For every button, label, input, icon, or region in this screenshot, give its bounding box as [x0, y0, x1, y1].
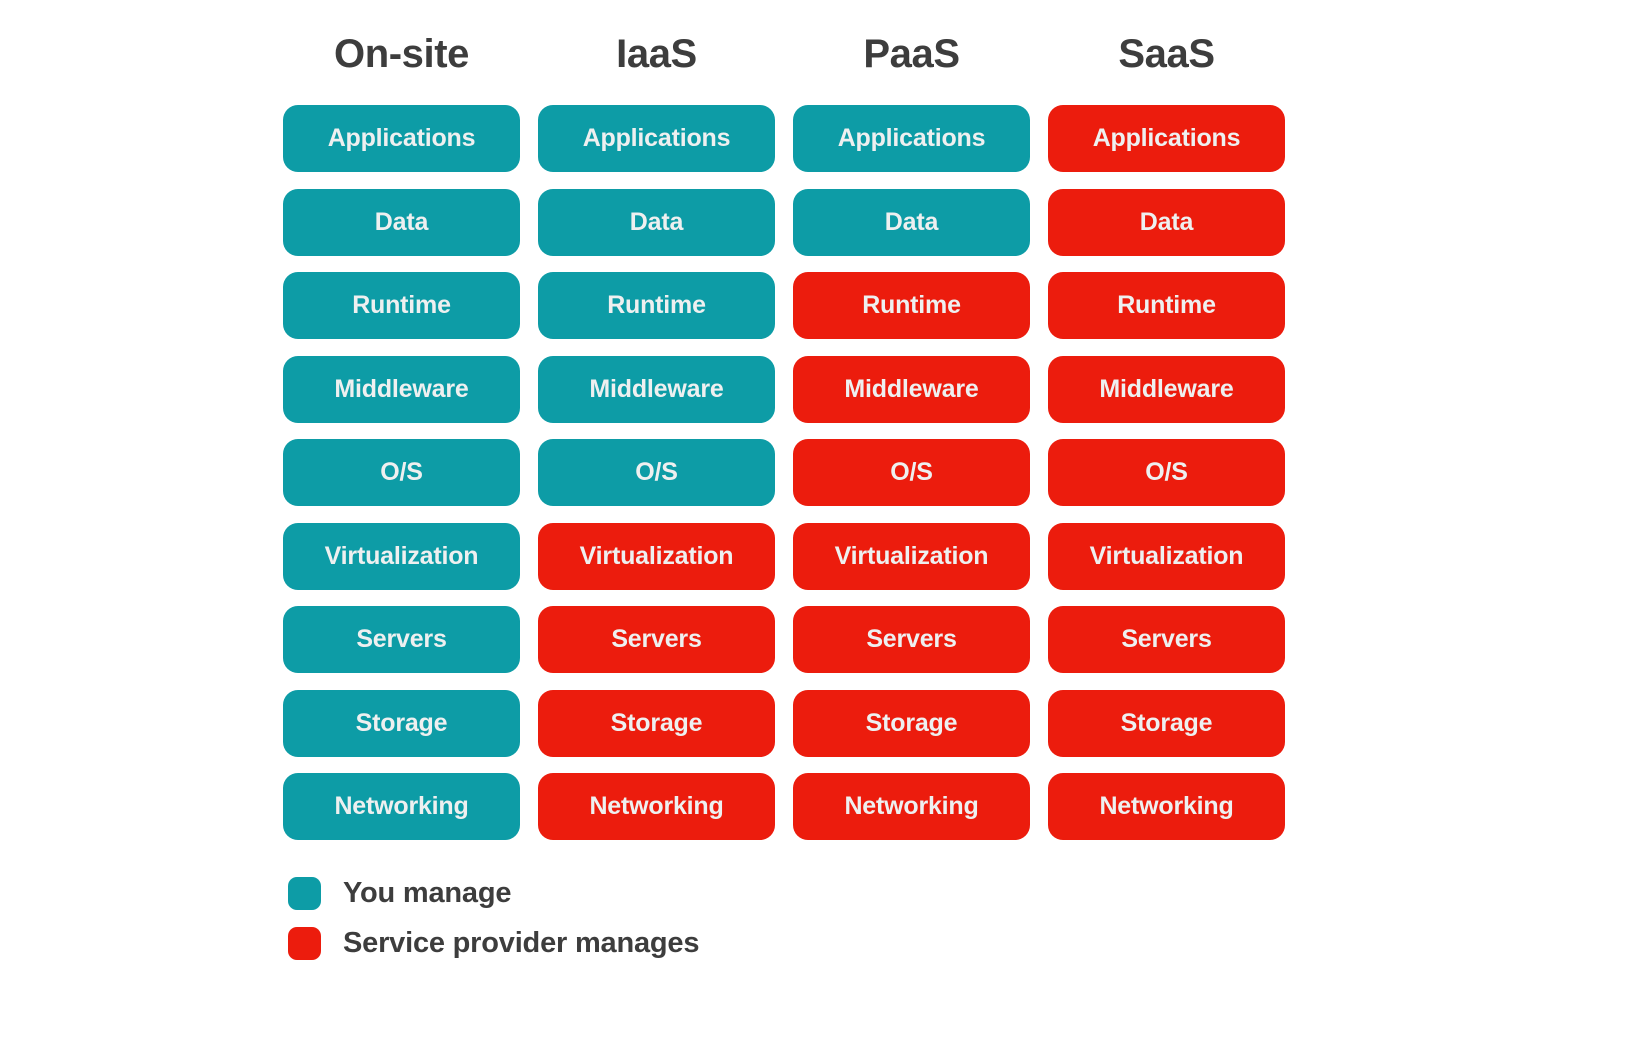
- matrix-cell-iaas-runtime: Runtime: [538, 272, 775, 339]
- matrix-header-row: On-site IaaS PaaS SaaS: [283, 18, 1285, 90]
- matrix-cell-label: O/S: [635, 458, 678, 486]
- legend-label-you-manage: You manage: [343, 876, 512, 909]
- diagram-canvas: On-site IaaS PaaS SaaS Applications Appli…: [0, 0, 1638, 1046]
- matrix-cell-saas-virtualization: Virtualization: [1048, 522, 1285, 590]
- matrix-cell-label: Servers: [356, 625, 447, 653]
- matrix-cell-on-site-servers: Servers: [283, 606, 520, 673]
- matrix-cell-label: Data: [1139, 207, 1194, 236]
- matrix-cell-saas-runtime: Runtime: [1048, 272, 1285, 339]
- matrix-cell-label: Virtualization: [1089, 541, 1244, 570]
- matrix-cell-iaas-storage: Storage: [538, 689, 775, 757]
- matrix-cell-label: Storage: [865, 708, 958, 737]
- matrix-cell-label: Applications: [1092, 124, 1241, 152]
- matrix-cell-label: Networking: [334, 792, 469, 820]
- matrix-cell-on-site-networking: Networking: [283, 773, 520, 840]
- matrix-cell-paas-storage: Storage: [793, 689, 1030, 757]
- matrix-cell-saas-middleware: Middleware: [1048, 355, 1285, 423]
- matrix-cell-label: O/S: [1145, 458, 1188, 486]
- matrix-cell-saas-storage: Storage: [1048, 689, 1285, 757]
- matrix-cell-on-site-o-s: O/S: [283, 439, 520, 506]
- matrix-cell-label: Servers: [611, 625, 702, 653]
- matrix-cell-label: Middleware: [844, 374, 979, 403]
- matrix-cell-label: Applications: [327, 124, 476, 152]
- matrix-cell-label: Runtime: [352, 291, 451, 319]
- matrix-cell-on-site-virtualization: Virtualization: [283, 522, 520, 590]
- matrix-cell-label: Virtualization: [579, 541, 734, 570]
- matrix-cell-label: Storage: [1120, 708, 1213, 737]
- matrix-cell-paas-data: Data: [793, 188, 1030, 256]
- matrix-cell-label: Virtualization: [324, 541, 479, 570]
- legend-item-you-manage: You manage: [288, 868, 699, 918]
- matrix-cell-label: Servers: [866, 625, 957, 653]
- matrix-cell-paas-applications: Applications: [793, 105, 1030, 172]
- matrix-cell-label: Applications: [837, 124, 986, 152]
- matrix-cell-iaas-virtualization: Virtualization: [538, 522, 775, 590]
- matrix-cell-label: O/S: [380, 458, 423, 486]
- matrix-cell-saas-networking: Networking: [1048, 773, 1285, 840]
- column-header-saas: SaaS: [1118, 32, 1215, 76]
- matrix-cell-label: Storage: [610, 708, 703, 737]
- legend-label-service-provider-manages: Service provider manages: [343, 926, 700, 959]
- matrix-cell-saas-o-s: O/S: [1048, 439, 1285, 506]
- matrix-cell-paas-runtime: Runtime: [793, 272, 1030, 339]
- matrix-cell-paas-o-s: O/S: [793, 439, 1030, 506]
- matrix-cell-iaas-data: Data: [538, 188, 775, 256]
- matrix-cell-label: Networking: [844, 792, 979, 820]
- matrix-cell-label: Virtualization: [834, 541, 989, 570]
- matrix-cell-label: Applications: [582, 124, 731, 152]
- matrix-cell-label: O/S: [890, 458, 933, 486]
- matrix-cell-label: Data: [629, 207, 684, 236]
- matrix-cell-label: Middleware: [589, 374, 724, 403]
- matrix-cell-label: Data: [374, 207, 429, 236]
- matrix-cell-on-site-middleware: Middleware: [283, 355, 520, 423]
- matrix-cell-label: Middleware: [1099, 374, 1234, 403]
- legend: You manage Service provider manages: [288, 868, 699, 968]
- column-header-paas: PaaS: [863, 32, 960, 76]
- matrix-cell-saas-servers: Servers: [1048, 606, 1285, 673]
- matrix-cell-label: Runtime: [1117, 291, 1216, 319]
- column-header-iaas: IaaS: [616, 32, 697, 76]
- matrix-cell-saas-applications: Applications: [1048, 105, 1285, 172]
- matrix-cell-paas-middleware: Middleware: [793, 355, 1030, 423]
- matrix-cell-label: Networking: [589, 792, 724, 820]
- matrix-cell-label: Runtime: [862, 291, 961, 319]
- matrix-cell-label: Servers: [1121, 625, 1212, 653]
- matrix-cell-iaas-networking: Networking: [538, 773, 775, 840]
- legend-swatch-icon-service-provider-manages: [288, 926, 321, 960]
- matrix-cell-label: Middleware: [334, 374, 469, 403]
- matrix-cell-label: Runtime: [607, 291, 706, 319]
- legend-swatch-icon-you-manage: [288, 876, 321, 910]
- matrix-cell-label: Data: [884, 207, 939, 236]
- service-model-matrix: On-site IaaS PaaS SaaS Applications Appli…: [283, 18, 1285, 840]
- legend-item-service-provider-manages: Service provider manages: [288, 918, 699, 968]
- column-header-on-site: On-site: [334, 32, 469, 76]
- matrix-cell-saas-data: Data: [1048, 188, 1285, 256]
- matrix-cell-iaas-applications: Applications: [538, 105, 775, 172]
- matrix-cell-paas-virtualization: Virtualization: [793, 522, 1030, 590]
- matrix-cell-iaas-middleware: Middleware: [538, 355, 775, 423]
- matrix-cell-iaas-servers: Servers: [538, 606, 775, 673]
- matrix-cell-on-site-data: Data: [283, 188, 520, 256]
- matrix-cell-label: Networking: [1099, 792, 1234, 820]
- matrix-cell-paas-networking: Networking: [793, 773, 1030, 840]
- matrix-cell-on-site-applications: Applications: [283, 105, 520, 172]
- matrix-cell-paas-servers: Servers: [793, 606, 1030, 673]
- matrix-cell-iaas-o-s: O/S: [538, 439, 775, 506]
- matrix-cell-label: Storage: [355, 708, 448, 737]
- matrix-cell-on-site-storage: Storage: [283, 689, 520, 757]
- matrix-body: Applications Applications Applications Appl…: [283, 105, 1285, 840]
- matrix-cell-on-site-runtime: Runtime: [283, 272, 520, 339]
